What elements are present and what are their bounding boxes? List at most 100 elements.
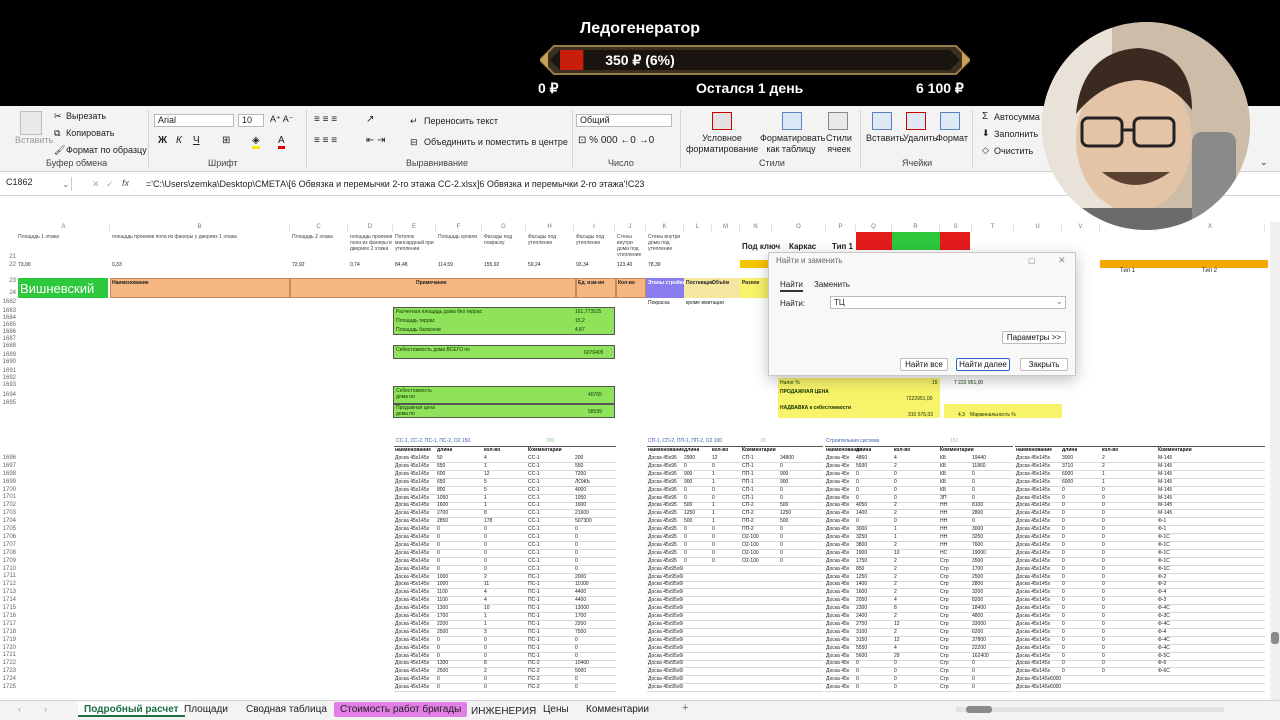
scroll-tabs-right-icon[interactable]: › [44, 704, 47, 714]
conditional-format-icon[interactable] [712, 112, 732, 130]
column-header: O [772, 224, 826, 232]
table-cell: Доска 45х145х [395, 597, 430, 604]
autosum-button[interactable]: Автосумма [994, 112, 1040, 122]
fill-button[interactable]: Заполнить [994, 129, 1038, 139]
format-cells-button[interactable]: Формат [936, 133, 968, 143]
format-table-icon[interactable] [782, 112, 802, 130]
indent-icon[interactable]: ⇤ ⇥ [366, 135, 386, 146]
top-label: Площадь кровли [438, 234, 478, 240]
conditional-format-button[interactable]: Условное форматирование [686, 133, 758, 155]
insert-function-button[interactable]: fx [122, 178, 129, 188]
format-as-table-button[interactable]: Форматировать как таблицу [760, 133, 825, 155]
wrap-icon[interactable]: ↵ [410, 116, 418, 127]
table-cell: НН [940, 541, 948, 548]
add-sheet-button[interactable]: + [682, 702, 688, 714]
copy-icon[interactable]: ⧉ [54, 128, 60, 139]
grow-font-icon[interactable]: A⁺ A⁻ [270, 114, 294, 125]
row-number: 1690 [2, 359, 16, 365]
collapse-ribbon-icon[interactable]: ⌄ [1260, 157, 1268, 168]
delete-cells-icon[interactable] [906, 112, 926, 130]
table-cell: 0 [894, 470, 897, 477]
table-cell: ПП-1 [742, 478, 754, 485]
close-button[interactable]: Закрыть [1020, 358, 1068, 371]
cell-styles-icon[interactable] [828, 112, 848, 130]
horizontal-scrollbar[interactable] [956, 707, 1224, 712]
clear-button[interactable]: Очистить [994, 146, 1033, 156]
font-size-select[interactable]: 10 [238, 114, 264, 127]
confirm-edit-icon[interactable]: ✓ [106, 179, 114, 190]
underline-button[interactable]: Ч [193, 135, 200, 146]
italic-button[interactable]: К [176, 135, 182, 146]
insert-cells-button[interactable]: Вставить [866, 133, 904, 143]
table-border [1015, 446, 1265, 447]
table-cell: Доска 45х145х [1016, 462, 1051, 469]
vertical-scrollbar[interactable] [1270, 222, 1280, 700]
font-name-select[interactable]: Arial [154, 114, 234, 127]
sigma-icon[interactable]: Σ [982, 111, 988, 122]
close-icon[interactable]: ✕ [1058, 255, 1066, 266]
bold-button[interactable]: Ж [158, 135, 167, 146]
chevron-down-icon[interactable]: ⌄ [1056, 297, 1063, 306]
orientation-icon[interactable]: ↗ [366, 114, 374, 125]
delete-cells-button[interactable]: Удалить [903, 133, 937, 143]
table-cell: 2 [894, 541, 897, 548]
row-22-value: 0,33 [112, 262, 122, 268]
tab-sheet[interactable]: Сводная таблица [240, 702, 333, 717]
align-top-icon[interactable]: ≡ ≡ ≡ [314, 114, 337, 125]
tab-sheet[interactable]: Комментарии [580, 702, 655, 717]
table-cell: ПС-2 [528, 660, 540, 667]
cut-button[interactable]: Вырезать [66, 111, 106, 121]
align-left-icon[interactable]: ≡ ≡ ≡ [314, 135, 337, 146]
brush-icon[interactable]: 🖌 [54, 145, 65, 156]
tab-find[interactable]: Найти [780, 280, 803, 292]
cancel-edit-icon[interactable]: ✕ [92, 179, 100, 190]
tab-sheet[interactable]: ИНЖЕНЕРИЯ [465, 704, 542, 719]
table-cell: 2000 [575, 573, 587, 580]
table-cell: 1 [712, 518, 715, 525]
scroll-thumb[interactable] [1271, 632, 1279, 644]
find-all-button[interactable]: Найти все [900, 358, 948, 371]
table-cell: Стр [940, 605, 949, 612]
table-cell: Доска 45х95 [648, 518, 677, 525]
paste-button[interactable]: Вставить [15, 135, 53, 145]
font-color-icon[interactable]: A [278, 135, 285, 149]
tab-sheet[interactable]: Цены [537, 702, 575, 717]
fill-down-icon[interactable]: ⬇ [982, 128, 990, 139]
format-painter-button[interactable]: Формат по образцу [66, 145, 147, 155]
number-format-select[interactable]: Общий [576, 114, 672, 127]
insert-cells-icon[interactable] [872, 112, 892, 130]
horizontal-scroll-thumb[interactable] [966, 706, 992, 713]
copy-button[interactable]: Копировать [66, 128, 114, 138]
table-cell: Доска 45х145х [395, 478, 430, 485]
tab-sheet[interactable]: Подробный расчет [78, 702, 185, 717]
tab-sheet[interactable]: Стоимость работ бригады [334, 702, 468, 717]
wrap-text-button[interactable]: Переносить текст [424, 116, 498, 126]
formula-input[interactable]: ='C:\Users\zemka\Desktop\СМЕТА\[6 Обвязк… [146, 179, 644, 189]
merge-center-button[interactable]: Объединить и поместить в центре [424, 137, 568, 147]
borders-icon[interactable]: ⊞ [222, 135, 230, 146]
section-count: 200 [546, 438, 555, 444]
table-cell: Доска 45х [826, 636, 850, 643]
find-input[interactable]: ТЦ [830, 296, 1066, 309]
fill-color-icon[interactable]: ◈ [252, 135, 260, 149]
scissors-icon[interactable]: ✂ [54, 111, 62, 122]
table-cell: Ф-3С [1158, 613, 1170, 619]
options-button[interactable]: Параметры >> [1002, 331, 1066, 344]
maximize-icon[interactable]: ▢ [1028, 256, 1036, 265]
format-cells-icon[interactable] [940, 112, 960, 130]
scroll-tabs-left-icon[interactable]: ‹ [18, 704, 21, 714]
cell-styles-button[interactable]: Стили ячеек [824, 133, 854, 155]
eraser-icon[interactable]: ◇ [982, 145, 989, 156]
table-cell: 4 [484, 589, 487, 596]
tab-sheet[interactable]: Площади [178, 702, 234, 717]
tab-replace[interactable]: Заменить [814, 280, 850, 289]
chevron-down-icon[interactable]: ⌄ [62, 179, 70, 190]
table-cell: 0 [575, 526, 578, 533]
currency-icon[interactable]: ⊡ % 000 ←0 →0 [578, 135, 654, 146]
find-next-button[interactable]: Найти далее [956, 358, 1010, 371]
table-cell: 0 [712, 534, 715, 540]
paste-icon[interactable] [20, 111, 42, 135]
merge-icon[interactable]: ⊟ [410, 137, 418, 148]
table-cell: 1100 [437, 589, 448, 596]
table-cell: Доска 45х95х6000 [648, 581, 683, 588]
